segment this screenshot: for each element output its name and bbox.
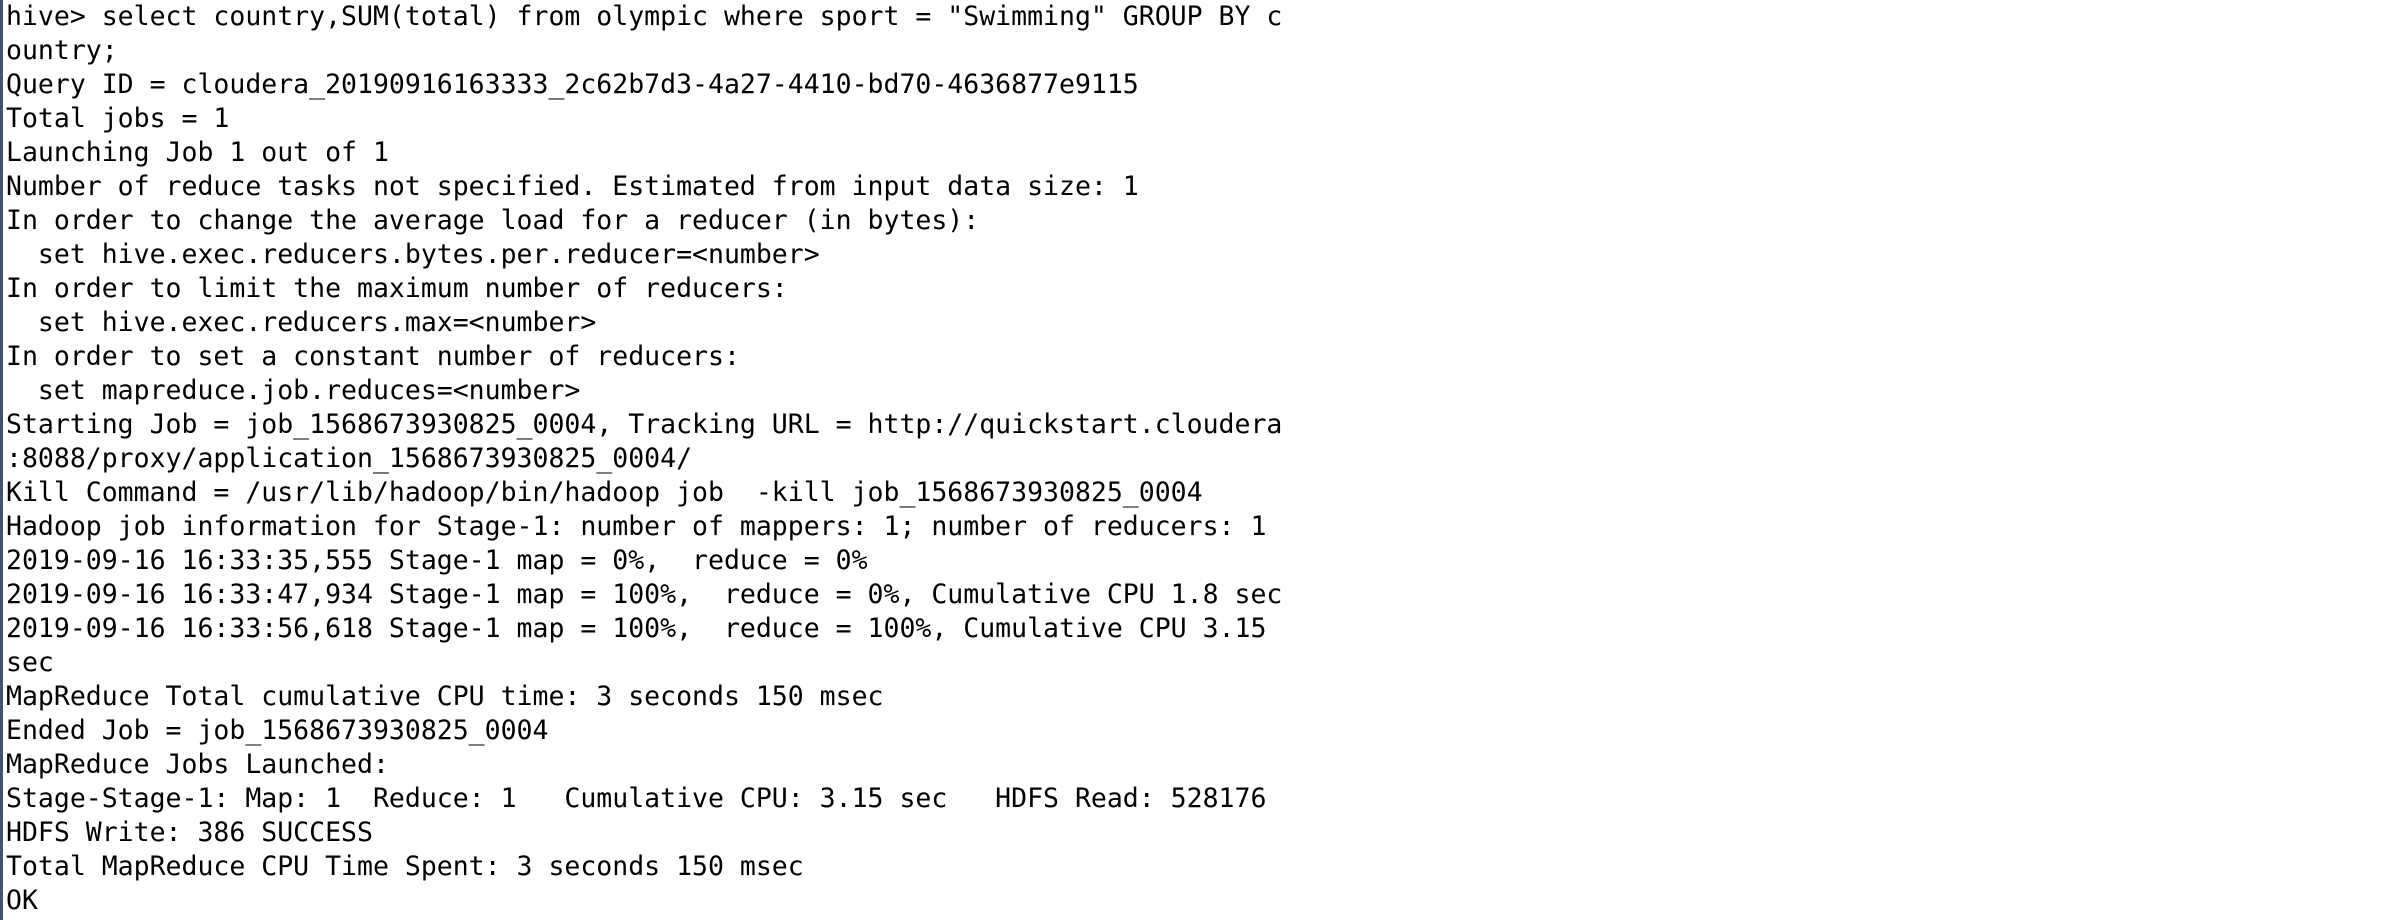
terminal-line: Ended Job = job_1568673930825_0004 xyxy=(6,715,549,746)
terminal-line: hive> select country,SUM(total) from oly… xyxy=(6,1,1283,32)
window-left-border xyxy=(0,0,3,920)
terminal-line: set hive.exec.reducers.bytes.per.reducer… xyxy=(6,239,820,270)
terminal-line: :8088/proxy/application_1568673930825_00… xyxy=(6,443,693,474)
terminal-line: sec xyxy=(6,647,54,678)
terminal-line: set mapreduce.job.reduces=<number> xyxy=(6,375,581,406)
terminal-line: Total MapReduce CPU Time Spent: 3 second… xyxy=(6,851,804,882)
terminal-line: Stage-Stage-1: Map: 1 Reduce: 1 Cumulati… xyxy=(6,783,1267,814)
terminal-line: Query ID = cloudera_20190916163333_2c62b… xyxy=(6,69,1139,100)
terminal-line: In order to set a constant number of red… xyxy=(6,341,740,372)
terminal-line: 2019-09-16 16:33:35,555 Stage-1 map = 0%… xyxy=(6,545,868,576)
terminal-line: Total jobs = 1 xyxy=(6,103,230,134)
terminal-line: ountry; xyxy=(6,35,118,66)
terminal-line: Kill Command = /usr/lib/hadoop/bin/hadoo… xyxy=(6,477,1203,508)
terminal-line: MapReduce Jobs Launched: xyxy=(6,749,389,780)
terminal-line: OK xyxy=(6,885,38,916)
terminal-line: HDFS Write: 386 SUCCESS xyxy=(6,817,373,848)
terminal-line: MapReduce Total cumulative CPU time: 3 s… xyxy=(6,681,884,712)
terminal-line: 2019-09-16 16:33:47,934 Stage-1 map = 10… xyxy=(6,579,1283,610)
terminal-window[interactable]: hive> select country,SUM(total) from oly… xyxy=(0,0,2404,920)
terminal-line: In order to limit the maximum number of … xyxy=(6,273,788,304)
terminal-line: Hadoop job information for Stage-1: numb… xyxy=(6,511,1267,542)
terminal-line: Launching Job 1 out of 1 xyxy=(6,137,389,168)
terminal-line: In order to change the average load for … xyxy=(6,205,980,236)
terminal-line: Starting Job = job_1568673930825_0004, T… xyxy=(6,409,1283,440)
terminal-output[interactable]: hive> select country,SUM(total) from oly… xyxy=(6,0,2396,920)
terminal-line: Number of reduce tasks not specified. Es… xyxy=(6,171,1139,202)
terminal-line: 2019-09-16 16:33:56,618 Stage-1 map = 10… xyxy=(6,613,1267,644)
terminal-line: set hive.exec.reducers.max=<number> xyxy=(6,307,597,338)
